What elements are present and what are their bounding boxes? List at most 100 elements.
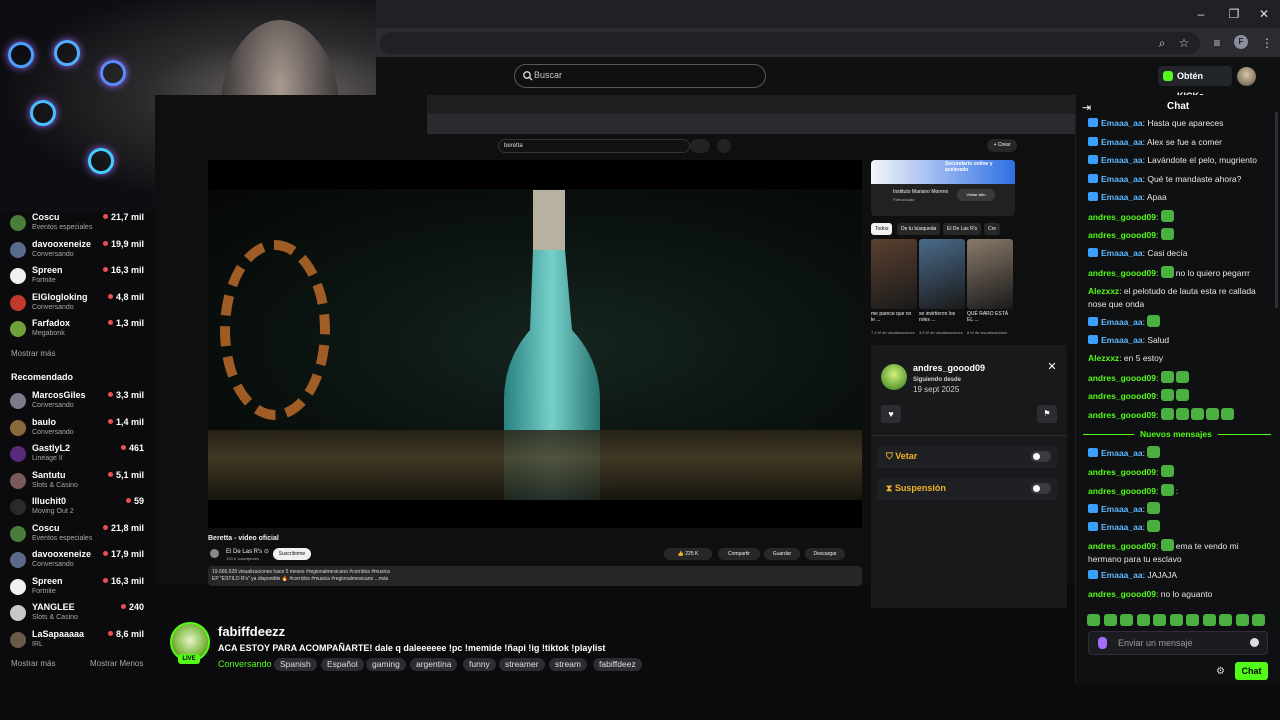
youtube-rec-thumbnail[interactable]	[871, 239, 917, 309]
quick-emote-icon[interactable]	[1235, 614, 1249, 626]
chat-username[interactable]: andres_goood09	[1088, 212, 1156, 222]
chat-username[interactable]: Emaaa_aa	[1101, 118, 1143, 128]
quick-emote-icon[interactable]	[1169, 614, 1183, 626]
sidebar-channel[interactable]: davooxeneize Conversando 19,9 mil	[10, 239, 148, 265]
quick-emote-icon[interactable]	[1103, 614, 1117, 626]
chat-message[interactable]: Alezxxz: en 5 estoy	[1088, 352, 1268, 365]
youtube-search-button[interactable]	[690, 139, 710, 153]
chat-username[interactable]: Emaaa_aa	[1101, 570, 1143, 580]
sidebar-channel[interactable]: MarcosGiles Conversando 3,3 mil	[10, 390, 148, 416]
stream-tag[interactable]: fabiffdeez	[593, 658, 642, 671]
show-more-recommended[interactable]: Mostrar más	[11, 659, 55, 668]
chat-message[interactable]: andres_goood09:	[1088, 210, 1268, 224]
youtube-rec-title[interactable]: me parece que no le ...	[871, 311, 915, 323]
stream-tag[interactable]: funny	[463, 658, 496, 671]
close-window-button[interactable]: ✕	[1256, 6, 1272, 22]
quick-emote-icon[interactable]	[1219, 614, 1232, 626]
sidebar-channel[interactable]: Coscu Eventos especiales 21,8 mil	[10, 523, 148, 549]
veto-toggle[interactable]	[1031, 451, 1051, 462]
chat-mic-icon[interactable]	[1098, 637, 1107, 649]
chat-message[interactable]: Emaaa_aa: Casi decía	[1088, 247, 1268, 260]
close-icon[interactable]: ✕	[1046, 361, 1058, 373]
youtube-filter-chip[interactable]: Todos	[871, 223, 893, 235]
sidebar-channel[interactable]: baulo Conversando 1,4 mil	[10, 417, 148, 443]
chat-message[interactable]: andres_goood09: no lo quiero pegarrr	[1088, 266, 1268, 280]
chat-username[interactable]: Emaaa_aa	[1101, 137, 1143, 147]
youtube-rec-title[interactable]: QUÉ RARO ESTÁ EL ...	[967, 311, 1011, 323]
chat-message[interactable]: andres_goood09: ema te vendo mi hermano …	[1088, 539, 1268, 566]
chat-message[interactable]: andres_goood09:	[1088, 228, 1268, 242]
youtube-channel-avatar[interactable]	[210, 549, 219, 558]
collapse-chat-icon[interactable]: ⇥	[1082, 101, 1091, 114]
chat-message[interactable]: Alezxxz: el pelotudo de lauta esta re ca…	[1088, 285, 1268, 311]
chat-username[interactable]: andres_goood09	[1088, 589, 1156, 599]
emoji-icon[interactable]	[1250, 638, 1259, 647]
chat-username[interactable]: Alezxxz	[1088, 286, 1119, 296]
youtube-save-button[interactable]: Guardar	[764, 548, 800, 560]
chat-username[interactable]: Emaaa_aa	[1101, 248, 1143, 258]
chat-message[interactable]: Emaaa_aa: Hasta que apareces	[1088, 117, 1268, 130]
youtube-description[interactable]: 19.666.928 visualizaciones hace 5 meses …	[208, 566, 862, 586]
chat-message[interactable]: andres_goood09: :	[1088, 484, 1268, 498]
stream-tag[interactable]: argentina	[410, 658, 458, 671]
chat-message[interactable]: Emaaa_aa:	[1088, 520, 1268, 534]
suspension-row[interactable]: ⧗ Suspensión	[877, 478, 1057, 500]
chat-message[interactable]: Emaaa_aa: Lavándote el pelo, mugriento	[1088, 154, 1268, 167]
chat-username[interactable]: Emaaa_aa	[1101, 504, 1143, 514]
sidebar-channel[interactable]: Farfadox Megabonk 1,3 mil	[10, 318, 148, 344]
suspension-toggle[interactable]	[1031, 483, 1051, 494]
chat-username[interactable]: andres_goood09	[1088, 373, 1156, 383]
stream-tag[interactable]: gaming	[366, 658, 406, 671]
veto-row[interactable]: ⛉ Vetar	[877, 446, 1057, 468]
youtube-subscribe-button[interactable]: Suscribirme	[273, 548, 311, 560]
heart-icon[interactable]: ♥	[881, 405, 901, 423]
quick-emote-icon[interactable]	[1252, 614, 1265, 626]
quick-emote-icon[interactable]	[1186, 614, 1199, 626]
chat-input[interactable]: Enviar un mensaje	[1088, 631, 1268, 655]
chat-message[interactable]: Emaaa_aa: Apaa	[1088, 191, 1268, 204]
youtube-mic-icon[interactable]	[717, 139, 731, 153]
youtube-create-button[interactable]: + Crear	[987, 139, 1017, 152]
chat-username[interactable]: Emaaa_aa	[1101, 448, 1143, 458]
bookmark-star-icon[interactable]: ☆	[1176, 35, 1192, 51]
chat-message[interactable]: Emaaa_aa: Alex se fue a comer	[1088, 136, 1268, 149]
chat-message[interactable]: Emaaa_aa:	[1088, 446, 1268, 460]
chat-message[interactable]: Emaaa_aa:	[1088, 502, 1268, 516]
quick-emote-icon[interactable]	[1136, 614, 1150, 626]
chat-username[interactable]: andres_goood09	[1088, 541, 1156, 551]
report-icon[interactable]: ⚑	[1037, 405, 1057, 423]
stream-tag[interactable]: Spanish	[274, 658, 317, 671]
chat-message[interactable]: Emaaa_aa: Qué te mandaste ahora?	[1088, 173, 1268, 186]
zoom-icon[interactable]: ⌕	[1154, 35, 1170, 51]
youtube-rec-thumbnail[interactable]	[967, 239, 1013, 309]
stream-tag[interactable]: streamer	[499, 658, 545, 671]
sidebar-channel[interactable]: Illuchit0 Moving Out 2 59	[10, 496, 148, 522]
youtube-filter-chip[interactable]: El De Las R's	[943, 223, 982, 235]
quick-emote-icon[interactable]	[1153, 614, 1166, 626]
show-less-button[interactable]: Mostrar Menos	[90, 659, 143, 668]
chat-username[interactable]: Emaaa_aa	[1101, 317, 1143, 327]
youtube-search-input[interactable]: beretta	[498, 139, 690, 153]
chat-message[interactable]: andres_goood09: no lo aguanto	[1088, 588, 1268, 601]
sidebar-channel[interactable]: Santutu Slots & Casino 5,1 mil	[10, 470, 148, 496]
sidebar-channel[interactable]: LaSapaaaaa IRL 8,6 mil	[10, 629, 148, 655]
sidebar-channel[interactable]: Spreen Fortnite 16,3 mil	[10, 265, 148, 291]
chat-username[interactable]: andres_goood09	[1088, 467, 1156, 477]
ad-visit-button[interactable]: Visitar sitio	[957, 189, 995, 201]
youtube-filter-chip[interactable]: De tu búsqueda	[897, 223, 941, 235]
sidebar-channel[interactable]: YANGLEE Slots & Casino 240	[10, 602, 148, 628]
sidebar-channel[interactable]: Spreen Fortnite 16,3 mil	[10, 576, 148, 602]
quick-emote-icon[interactable]	[1087, 614, 1100, 626]
chat-username[interactable]: andres_goood09	[1088, 268, 1156, 278]
stream-tag[interactable]: Español	[321, 658, 364, 671]
sidebar-channel[interactable]: Coscu Eventos especiales 21,7 mil	[10, 212, 148, 238]
show-more-following[interactable]: Mostrar más	[11, 349, 55, 358]
youtube-channel-name[interactable]: El De Las R's ⊙	[226, 548, 269, 555]
address-bar[interactable]	[380, 32, 1200, 54]
chat-username[interactable]: Emaaa_aa	[1101, 192, 1143, 202]
youtube-download-button[interactable]: Descargar	[805, 548, 845, 560]
streamer-name[interactable]: fabiffdeezz	[218, 624, 285, 639]
browser-profile-avatar[interactable]: F	[1234, 35, 1248, 49]
chat-message[interactable]: Emaaa_aa: JAJAJA	[1088, 569, 1268, 582]
chat-message[interactable]: andres_goood09:	[1088, 465, 1268, 479]
